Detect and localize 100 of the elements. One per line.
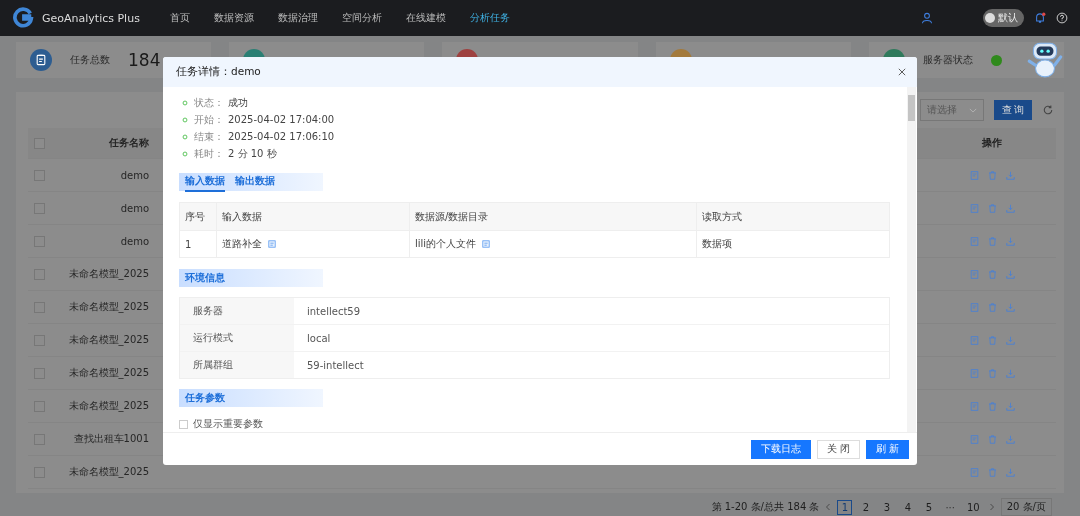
column-header: 读取方式 — [696, 203, 889, 230]
download-icon[interactable] — [1005, 203, 1015, 213]
query-button[interactable]: 查 询 — [994, 100, 1032, 120]
field-label: 结束： — [194, 129, 224, 144]
page-button[interactable]: 5 — [921, 499, 937, 515]
nav-item[interactable]: 首页 — [169, 11, 190, 25]
document-icon[interactable] — [969, 434, 979, 444]
document-icon[interactable] — [969, 203, 979, 213]
page-button[interactable]: 4 — [900, 499, 916, 515]
page-ellipsis[interactable]: ··· — [942, 499, 958, 515]
task-name: 未命名模型_2025 — [67, 300, 149, 314]
trash-icon[interactable] — [987, 434, 997, 444]
page-button[interactable]: 3 — [879, 499, 895, 515]
nav-item[interactable]: 数据治理 — [277, 11, 318, 25]
stat-value: 184 — [128, 50, 161, 70]
download-icon[interactable] — [1005, 368, 1015, 378]
column-header: 任务名称 — [108, 136, 149, 150]
download-icon[interactable] — [1005, 335, 1015, 345]
next-page-icon[interactable] — [988, 503, 995, 511]
column-header: 序号 — [184, 209, 206, 224]
nav-item[interactable]: 数据资源 — [213, 11, 254, 25]
field-label: 状态： — [194, 95, 224, 110]
table-cell: 数据项 — [696, 231, 889, 257]
field-value: local — [306, 331, 331, 346]
trash-icon[interactable] — [987, 368, 997, 378]
section-title: 任务参数 — [179, 389, 323, 407]
document-icon[interactable] — [969, 170, 979, 180]
checkbox-label: 仅显示重要参数 — [193, 417, 263, 431]
refresh-icon[interactable] — [1042, 104, 1054, 116]
trash-icon[interactable] — [987, 170, 997, 180]
download-icon[interactable] — [1005, 236, 1015, 246]
page-size-select[interactable]: 20 条/页 — [1000, 498, 1052, 516]
section-tab[interactable]: 输出数据 — [235, 172, 275, 192]
field-label: 运行模式 — [180, 325, 294, 351]
document-icon[interactable] — [969, 302, 979, 312]
section-tab[interactable]: 输入数据 — [185, 172, 225, 192]
download-icon[interactable] — [1005, 434, 1015, 444]
task-name: 未命名模型_2025 — [67, 366, 149, 380]
chevron-down-icon — [969, 107, 977, 113]
trash-icon[interactable] — [987, 467, 997, 477]
document-icon[interactable] — [969, 236, 979, 246]
download-icon[interactable] — [1005, 170, 1015, 180]
nav-item[interactable]: 在线建模 — [405, 11, 446, 25]
bullet-icon — [182, 99, 188, 106]
help-icon[interactable] — [1056, 12, 1068, 24]
task-name: demo — [119, 235, 149, 247]
document-icon[interactable] — [482, 240, 491, 248]
bullet-icon — [182, 133, 188, 140]
nav-item[interactable]: 分析任务 — [469, 11, 510, 25]
column-header: 操作 — [981, 136, 1003, 150]
page-button[interactable]: 1 — [837, 499, 853, 515]
task-name: 查找出租车1001 — [72, 432, 149, 446]
download-icon[interactable] — [1005, 302, 1015, 312]
download-icon[interactable] — [1005, 467, 1015, 477]
download-icon[interactable] — [1005, 401, 1015, 411]
task-name: 未命名模型_2025 — [67, 465, 149, 479]
bell-icon[interactable] — [1034, 12, 1046, 24]
checkbox[interactable] — [179, 419, 188, 429]
primary-button[interactable]: 下载日志 — [751, 439, 812, 459]
page-button[interactable]: 2 — [858, 499, 874, 515]
document-icon[interactable] — [969, 368, 979, 378]
trash-icon[interactable] — [987, 203, 997, 213]
previous-page-icon[interactable] — [825, 503, 832, 511]
column-header: 输入数据 — [216, 203, 409, 230]
trash-icon[interactable] — [987, 401, 997, 411]
dialog-title: 任务详情：demo — [176, 65, 261, 79]
task-name: demo — [119, 169, 149, 181]
close-button[interactable]: 关 闭 — [817, 439, 861, 459]
field-value: intellect59 — [306, 304, 361, 319]
primary-button[interactable]: 刷 新 — [866, 439, 909, 459]
field-value: 59-intellect — [306, 358, 364, 373]
close-icon[interactable] — [898, 68, 906, 76]
table-cell: 道路补全 — [222, 237, 262, 251]
trash-icon[interactable] — [987, 302, 997, 312]
nav-item[interactable]: 空间分析 — [341, 11, 382, 25]
stat-label: 服务器状态 — [922, 53, 973, 67]
scrollbar[interactable] — [907, 87, 916, 432]
app-name: GeoAnalytics Plus — [42, 11, 140, 25]
field-label: 开始： — [194, 112, 224, 127]
trash-icon[interactable] — [987, 335, 997, 345]
column-header: 数据源/数据目录 — [409, 203, 696, 230]
page-button[interactable]: 10 — [964, 499, 983, 515]
field-value: 2025-04-02 17:06:10 — [228, 131, 335, 142]
document-icon[interactable] — [268, 240, 276, 248]
bullet-icon — [182, 150, 188, 157]
logo-icon — [12, 7, 34, 29]
field-label: 服务器 — [180, 298, 294, 324]
task-name: 未命名模型_2025 — [67, 399, 149, 413]
download-icon[interactable] — [1005, 269, 1015, 279]
document-icon[interactable] — [969, 269, 979, 279]
pagination-summary: 第 1-20 条/总共 184 条 — [711, 500, 820, 514]
table-cell: lili的个人文件 — [415, 237, 477, 251]
trash-icon[interactable] — [987, 236, 997, 246]
document-icon[interactable] — [969, 401, 979, 411]
document-icon[interactable] — [969, 467, 979, 477]
document-icon[interactable] — [969, 335, 979, 345]
trash-icon[interactable] — [987, 269, 997, 279]
field-label: 耗时： — [194, 146, 224, 161]
user-icon[interactable] — [921, 12, 933, 24]
theme-toggle[interactable]: 默认 — [983, 9, 1024, 27]
